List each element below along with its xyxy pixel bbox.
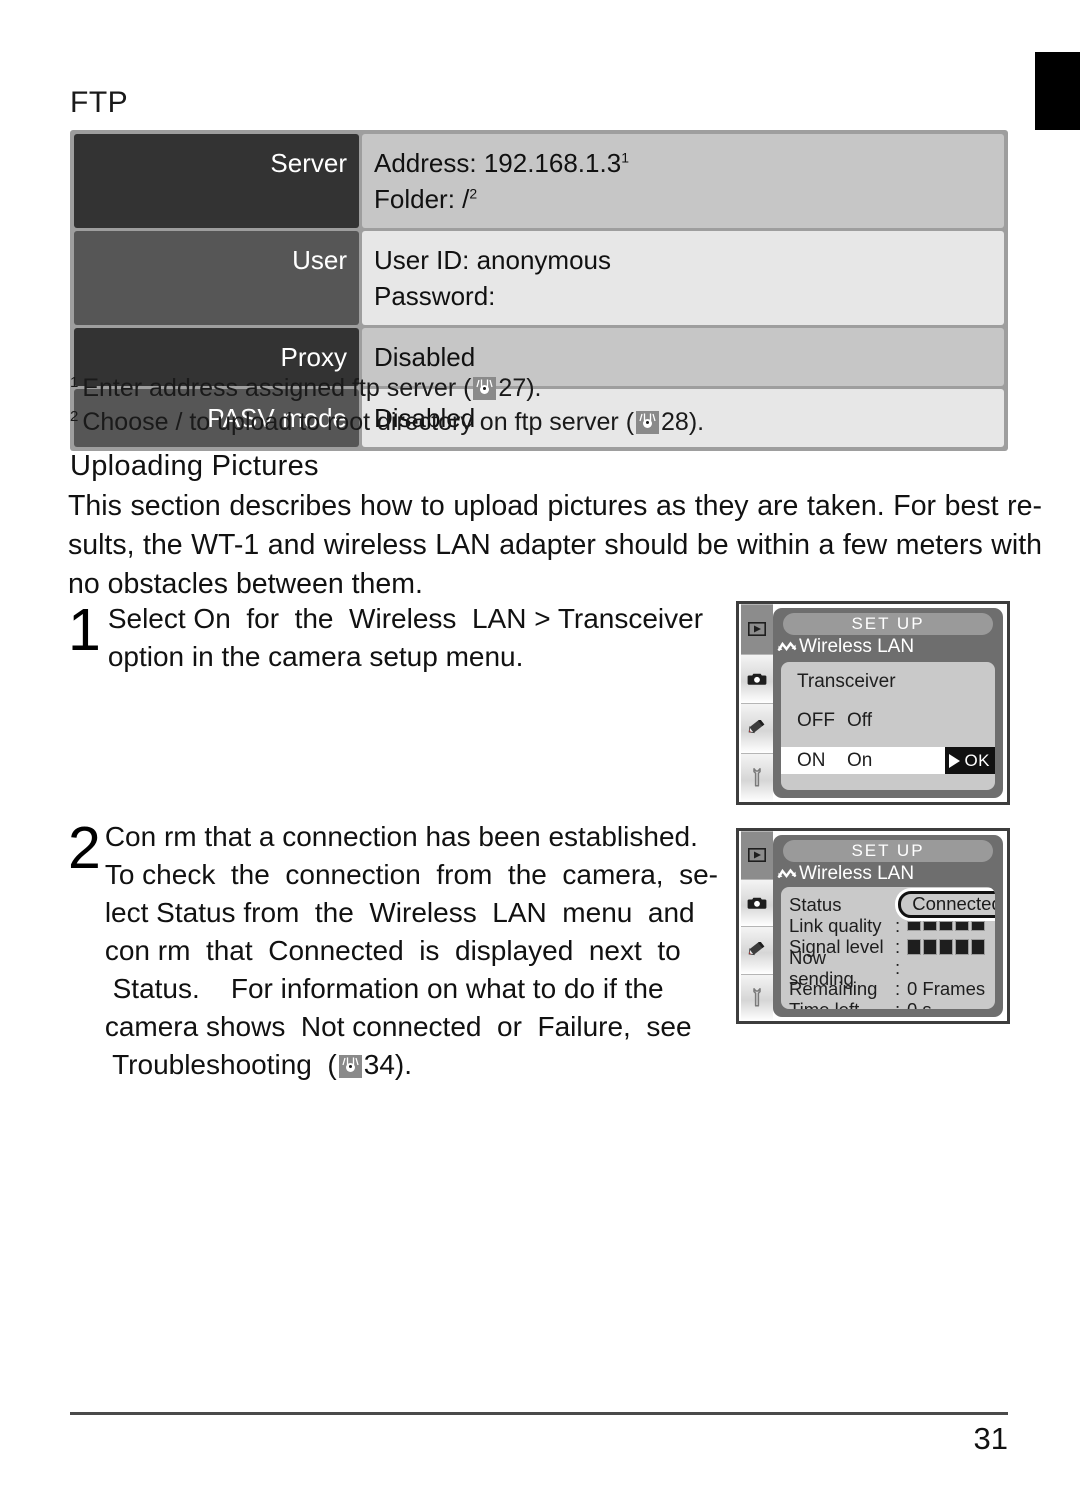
lcd-option-panel: Transceiver OFF Off ON On OK — [781, 662, 995, 790]
ok-button[interactable]: OK — [945, 747, 995, 774]
lcd-submenu-wireless-lan: Wireless LAN — [773, 635, 1003, 660]
lcd-tab-strip — [739, 831, 775, 1021]
table-row: Server Address: 192.168.1.31 Folder: /2 — [74, 134, 1004, 228]
camera-icon[interactable] — [741, 878, 773, 926]
row-value-user: User ID: anonymous Password: — [362, 231, 1004, 325]
status-key-remaining: Remaining — [789, 978, 878, 999]
play-triangle-icon — [949, 753, 961, 768]
step-2-line-2: To check the connection from the camera,… — [104, 859, 718, 890]
playback-icon[interactable] — [741, 831, 773, 879]
status-row-now-sending: Now sending : — [789, 947, 995, 989]
option-title-transceiver: Transceiver — [797, 671, 896, 692]
server-address-line: Address: 192.168.1.31 — [374, 148, 629, 178]
lcd-submenu-label: Wireless LAN — [799, 863, 915, 884]
row-label-user: User — [74, 231, 359, 325]
ok-label: OK — [964, 750, 990, 770]
footer-divider — [70, 1412, 1008, 1415]
option-code-on: ON — [797, 749, 826, 771]
step-2-line-1: Con rm that a connection has been establ… — [104, 821, 698, 852]
lcd-status-panel: Status : Link quality : Signal level : — [781, 887, 995, 1009]
step-2-line-3: lect Status from the Wireless LAN menu a… — [104, 897, 695, 928]
pencil-icon[interactable] — [741, 926, 773, 974]
step-2-text: Con rm that a connection has been establ… — [105, 818, 718, 1084]
option-row-off[interactable]: OFF Off — [781, 707, 995, 734]
status-row-time-left: Time left : 0 s — [789, 999, 995, 1009]
user-id-line: User ID: anonymous — [374, 245, 611, 275]
lcd-submenu-wireless-lan: Wireless LAN — [773, 862, 1003, 887]
step-2-line-5: Status. For information on what to do if… — [104, 973, 664, 1004]
password-line: Password: — [374, 281, 496, 311]
option-code-off: OFF — [797, 709, 835, 731]
footnote-2: 2 Choose / to upload to root directory on… — [70, 407, 705, 436]
step-2-line-6: camera shows Not connected or Failure, s… — [104, 1011, 692, 1042]
wave-icon — [777, 641, 797, 652]
playback-icon[interactable] — [741, 604, 773, 654]
intro-paragraph: This section describes how to upload pic… — [68, 487, 1042, 604]
lcd-title-setup: SET UP — [783, 613, 993, 635]
footnote-ref-1: 1 — [621, 149, 629, 166]
proxy-value: Disabled — [374, 342, 476, 372]
step-2-line-4: con rm that Connected is displayed next … — [104, 935, 681, 966]
footnote-1: 1 Enter address assigned ftp server (27). — [70, 373, 542, 402]
footnote-ref-2: 2 — [469, 185, 478, 202]
link-quality-bars — [907, 920, 995, 931]
step-2: 2 Con rm that a connection has been esta… — [68, 818, 733, 1084]
page-number: 31 — [973, 1421, 1008, 1456]
step-2-number: 2 — [68, 815, 101, 881]
wave-icon — [777, 868, 797, 879]
option-label-on: On — [847, 749, 873, 771]
wrench-icon[interactable] — [741, 752, 773, 802]
chapter-thumb-tab — [1035, 52, 1080, 130]
intro-line-2: sults, the WT-1 and wireless LAN adapter… — [68, 529, 1042, 561]
intro-line-1: This section describes how to upload pic… — [68, 490, 1042, 522]
colon: : — [895, 957, 901, 978]
status-key-link-quality: Link quality — [789, 915, 882, 936]
lcd-tab-strip — [739, 604, 775, 802]
row-label-server: Server — [74, 134, 359, 228]
step-1-number: 1 — [68, 597, 101, 663]
status-list: Status : Link quality : Signal level : — [781, 887, 995, 1009]
pencil-icon[interactable] — [741, 703, 773, 753]
server-folder-line: Folder: /2 — [374, 184, 478, 214]
colon: : — [895, 978, 901, 999]
option-label-off: Off — [847, 709, 872, 731]
step-2-line-7: Troubleshooting (34). — [104, 1049, 413, 1080]
lcd-submenu-label: Wireless LAN — [799, 636, 915, 657]
colon: : — [895, 936, 901, 957]
status-key-status: Status — [789, 894, 842, 915]
camera-icon[interactable] — [741, 653, 773, 703]
step-1: 1 Select On for the Wireless LAN > Trans… — [68, 600, 728, 676]
status-row-remaining: Remaining : 0 Frames — [789, 978, 995, 999]
lcd-screen-body: SET UP Wireless LAN Status : Link qualit… — [773, 835, 1003, 1017]
status-row-link-quality: Link quality : — [789, 915, 995, 936]
status-key-time-left: Time left — [789, 999, 895, 1009]
section-heading-uploading-pictures: Uploading Pictures — [70, 450, 319, 482]
option-row-on[interactable]: ON On OK — [781, 747, 995, 774]
row-value-server: Address: 192.168.1.31 Folder: /2 — [362, 134, 1004, 228]
lcd-screen-body: SET UP Wireless LAN Transceiver OFF Off … — [773, 608, 1003, 798]
wrench-icon[interactable] — [741, 973, 773, 1021]
status-badge-connected: Connected — [898, 891, 995, 918]
lcd-screenshot-status: SET UP Wireless LAN Status : Link qualit… — [736, 828, 1010, 1024]
step-1-line-1: Select On for the Wireless LAN > Transce… — [107, 603, 704, 634]
page-reference-icon — [473, 377, 497, 400]
table-row: User User ID: anonymous Password: — [74, 231, 1004, 325]
signal-level-bars — [907, 938, 995, 955]
step-1-line-2: option in the camera setup menu. — [107, 641, 524, 672]
colon: : — [895, 915, 901, 936]
page-reference-icon — [338, 1055, 362, 1078]
colon: : — [895, 999, 907, 1009]
footnotes: 1 Enter address assigned ftp server (27).… — [70, 372, 1030, 440]
status-value-remaining: 0 Frames — [907, 978, 986, 999]
status-value-time-left: 0 s — [907, 999, 995, 1009]
status-badge-label: Connected — [912, 893, 995, 914]
lcd-screenshot-transceiver: SET UP Wireless LAN Transceiver OFF Off … — [736, 601, 1010, 805]
step-1-text: Select On for the Wireless LAN > Transce… — [108, 600, 703, 676]
page-title: FTP — [70, 86, 129, 119]
page-reference-icon — [636, 411, 660, 434]
lcd-title-setup: SET UP — [783, 840, 993, 862]
intro-line-3: no obstacles between them. — [68, 568, 423, 600]
